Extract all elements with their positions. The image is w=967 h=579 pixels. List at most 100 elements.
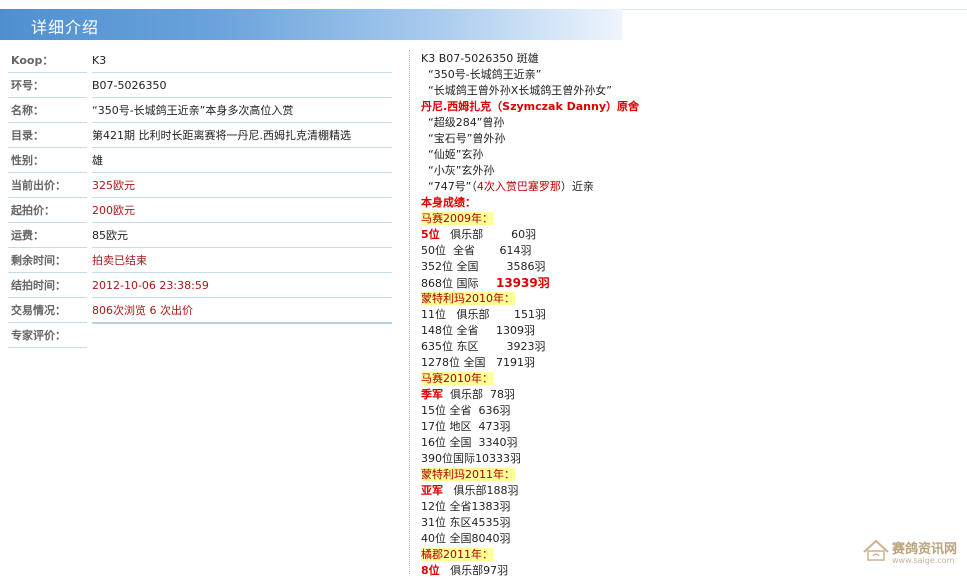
result-position: 868位 — [421, 277, 453, 290]
result-detail: 全省1383羽 — [446, 500, 511, 513]
result-detail: 东区 3923羽 — [453, 340, 546, 353]
info-value: 806次浏览 6 次出价 — [92, 300, 392, 324]
info-row: 性别：雄 — [8, 150, 393, 175]
info-value: 雄 — [92, 150, 392, 173]
info-row: 运费： 85欧元 — [8, 225, 393, 250]
result-detail: 俱乐部 60羽 — [439, 228, 537, 241]
result-position: 16位 — [421, 436, 446, 449]
info-value: 拍卖已结束 — [92, 250, 392, 273]
result-detail: 国际10333羽 — [453, 452, 521, 465]
info-row: 专家评价： — [8, 325, 393, 350]
result-position: 148位 — [421, 324, 453, 337]
info-label: 交易情况： — [8, 300, 87, 323]
info-value: 325欧元 — [92, 175, 392, 198]
result-row: 635位 东区 3923羽 — [421, 339, 961, 355]
result-detail: 俱乐部188羽 — [443, 484, 519, 497]
seasons-list: 马赛2009年： 5位 俱乐部 60羽 50位 全省 614羽 352位 全国 358… — [421, 211, 961, 579]
season-title: 蒙特利玛2011年： — [421, 467, 961, 483]
result-position: 亚军 — [421, 484, 443, 497]
relation-747-prefix: “747号”（ — [421, 180, 477, 193]
result-row: 148位 全省 1309羽 — [421, 323, 961, 339]
result-position: 40位 — [421, 532, 446, 545]
result-detail: 全国8040羽 — [446, 532, 511, 545]
info-row: 结拍时间： 2012-10-06 23:38:59 — [8, 275, 393, 300]
relation-line: “小灰”玄外孙 — [421, 164, 495, 177]
info-row: 目录： 第421期 比利时长距离赛将一丹尼.西姆扎克清棚精选 — [8, 125, 393, 150]
info-label: 剩余时间： — [8, 250, 87, 273]
info-label: 名称： — [8, 100, 87, 123]
result-detail: 全国 7191羽 — [460, 356, 535, 369]
season-title: 马赛2009年： — [421, 211, 961, 227]
intro-line: “长城鸽王曾外孙X长城鸽王曾外孙女” — [421, 84, 612, 97]
result-position: 390位 — [421, 452, 453, 465]
pigeon-house-icon — [863, 539, 889, 561]
result-position: 1278位 — [421, 356, 460, 369]
info-value: 200欧元 — [92, 200, 392, 223]
season-title-text: 橘郡2011年： — [421, 548, 493, 561]
result-row: 50位 全省 614羽 — [421, 243, 961, 259]
relation-747-line: “747号”（4次入赏巴塞罗那）近亲 — [421, 179, 961, 195]
result-row: 11位 俱乐部 151羽 — [421, 307, 961, 323]
info-label: 性别： — [8, 150, 87, 173]
column-divider — [409, 50, 410, 574]
info-value: 第421期 比利时长距离赛将一丹尼.西姆扎克清棚精选 — [92, 125, 392, 148]
result-row: 12位 全省1383羽 — [421, 499, 961, 515]
result-row: 16位 全国 3340羽 — [421, 435, 961, 451]
result-position: 12位 — [421, 500, 446, 513]
info-value: K3 — [92, 50, 392, 73]
info-label: 运费： — [8, 225, 87, 248]
result-position: 352位 — [421, 260, 453, 273]
info-row: 剩余时间： 拍卖已结束 — [8, 250, 393, 275]
result-detail: 国际 — [453, 277, 496, 290]
info-row: Koop： K3 — [8, 50, 393, 75]
info-label: 结拍时间： — [8, 275, 87, 298]
info-label: 目录： — [8, 125, 87, 148]
result-position: 635位 — [421, 340, 453, 353]
relation-line: “超级284”曾孙 — [421, 116, 505, 129]
info-value: 85欧元 — [92, 225, 392, 248]
result-position: 11位 — [421, 308, 446, 321]
relation-line: “仙姬”玄孙 — [421, 148, 484, 161]
description-panel: K3 B07-5026350 斑雄 “350号-长城鸽王近亲” “长城鸽王曾外孙… — [421, 51, 961, 579]
season-title-text: 马赛2009年： — [421, 212, 493, 225]
result-row: 390位国际10333羽 — [421, 451, 961, 467]
info-row: 名称： “350号-长城鸽王近亲”本身多次高位入赏 — [8, 100, 393, 125]
result-row: 31位 东区4535羽 — [421, 515, 961, 531]
result-row: 亚军 俱乐部188羽 — [421, 483, 961, 499]
result-position: 8位 — [421, 564, 440, 577]
info-label: 专家评价： — [8, 325, 87, 348]
relation-line: “宝石号”曾外孙 — [421, 132, 506, 145]
info-row: 交易情况： 806次浏览 6 次出价 — [8, 300, 393, 325]
season-title: 蒙特利玛2010年： — [421, 291, 961, 307]
site-watermark: 赛鸽资讯网 www.saige.com — [862, 536, 966, 572]
result-position: 5位 — [421, 228, 440, 241]
header-divider — [622, 9, 967, 10]
info-row: 当前出价： 325欧元 — [8, 175, 393, 200]
result-position: 17位 — [421, 420, 446, 433]
season-title-text: 马赛2010年： — [421, 372, 493, 385]
watermark-url: www.saige.com — [892, 556, 955, 565]
result-detail: 全省 1309羽 — [453, 324, 535, 337]
season-title-text: 蒙特利玛2010年： — [421, 292, 515, 305]
watermark-title: 赛鸽资讯网 — [892, 542, 958, 557]
result-row: 5位 俱乐部 60羽 — [421, 227, 961, 243]
relation-747-highlight: 4次入赏巴塞罗那 — [476, 180, 561, 193]
result-detail: 全国 3586羽 — [453, 260, 546, 273]
result-highlight-total: 13939羽 — [495, 276, 550, 290]
result-row: 15位 全省 636羽 — [421, 403, 961, 419]
info-label: 环号： — [8, 75, 87, 98]
section-header: 详细介绍 — [0, 9, 622, 40]
result-detail: 全省 614羽 — [446, 244, 532, 257]
season-title-text: 蒙特利玛2011年： — [421, 468, 515, 481]
result-detail: 俱乐部97羽 — [439, 564, 509, 577]
section-title: 详细介绍 — [31, 18, 100, 37]
result-row: 1278位 全国 7191羽 — [421, 355, 961, 371]
result-position: 50位 — [421, 244, 446, 257]
result-detail: 全省 636羽 — [446, 404, 511, 417]
info-value: 2012-10-06 23:38:59 — [92, 275, 392, 298]
season-title: 马赛2010年： — [421, 371, 961, 387]
info-row: 环号： B07-5026350 — [8, 75, 393, 100]
breeder-line: 丹尼.西姆扎克（Szymczak Danny）原舍 — [421, 100, 640, 113]
result-row: 868位 国际 13939羽 — [421, 275, 961, 291]
info-label: Koop： — [8, 50, 87, 73]
